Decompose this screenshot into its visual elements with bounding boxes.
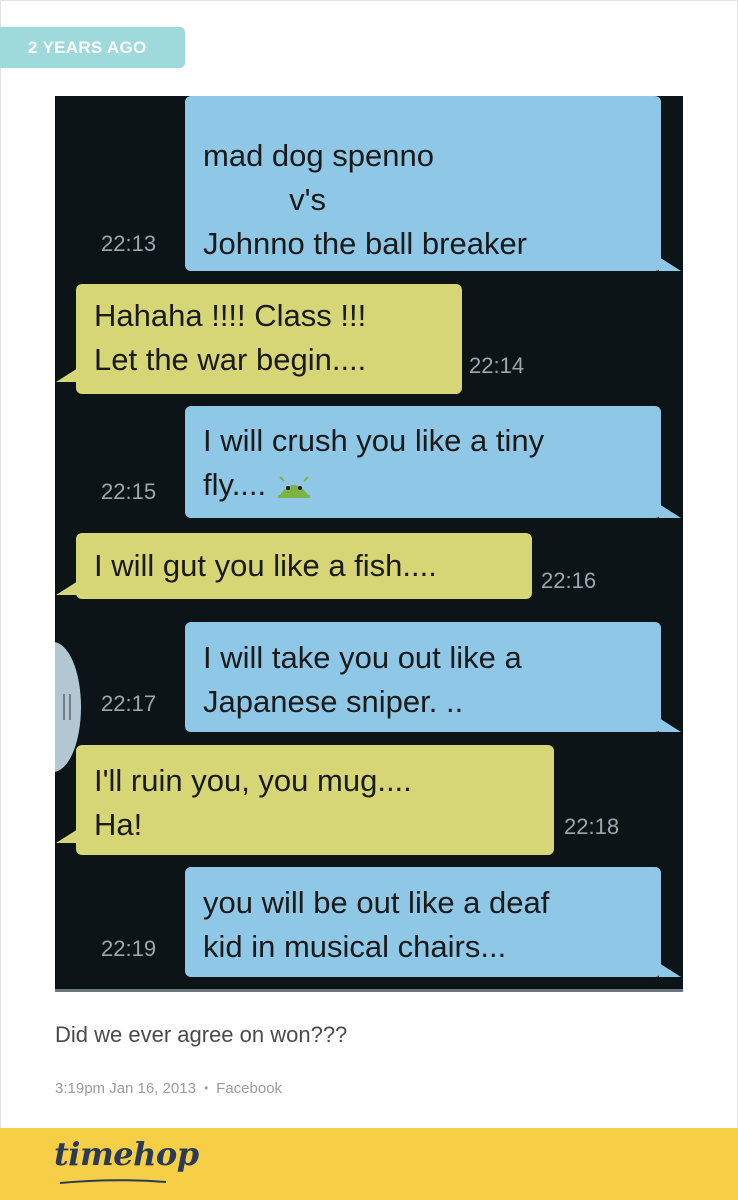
android-emoji-icon: [278, 476, 311, 498]
message-line: v's: [203, 182, 327, 217]
chat-screenshot[interactable]: mad dog spenno v's Johnno the ball break…: [55, 96, 683, 992]
bubble-tail: [659, 504, 681, 518]
chat-bubble-outgoing: you will be out like a deaf kid in music…: [185, 867, 681, 977]
chat-bubble-incoming: I will gut you like a fish....: [56, 533, 532, 599]
message-time: 22:18: [564, 814, 620, 839]
bubble-tail: [56, 368, 78, 382]
message-line: I will gut you like a fish....: [94, 548, 437, 583]
post-source-link[interactable]: Facebook: [216, 1080, 282, 1097]
message-line: fly....: [203, 463, 643, 507]
message-line: Let the war begin....: [94, 342, 367, 377]
years-ago-badge: 2 YEARS AGO: [0, 27, 185, 68]
message-line: you will be out like a deaf: [203, 885, 550, 920]
message-line: Japanese sniper. ..: [203, 684, 464, 719]
message-time: 22:15: [101, 479, 157, 504]
message-line: I will take you out like a: [203, 640, 522, 675]
message-line: Johnno the ball breaker: [203, 226, 528, 261]
message-time: 22:16: [541, 568, 597, 593]
message-time: 22:17: [101, 691, 157, 716]
chat-bubble-incoming: Hahaha !!!! Class !!! Let the war begin.…: [56, 284, 462, 394]
grip-icon: [63, 694, 71, 720]
bubble-tail: [659, 963, 681, 977]
bubble-tail: [659, 257, 681, 271]
chat-bubble-incoming: I'll ruin you, you mug.... Ha!: [56, 745, 554, 855]
message-time: 22:14: [469, 353, 525, 378]
bubble-tail: [56, 581, 78, 595]
bubble-tail: [56, 829, 78, 843]
message-time: 22:19: [101, 936, 157, 961]
post-caption: Did we ever agree on won???: [55, 1022, 348, 1047]
chat-bubble-outgoing: I will crush you like a tiny fly....: [185, 406, 681, 518]
message-line: mad dog spenno: [203, 138, 434, 173]
chat-bubble-outgoing: I will take you out like a Japanese snip…: [185, 622, 681, 732]
message-line: kid in musical chairs...: [203, 929, 507, 964]
bubble-tail: [659, 718, 681, 732]
meta-separator: •: [203, 1081, 209, 1095]
post-meta: 3:19pm Jan 16, 2013 • Facebook: [55, 1080, 282, 1097]
message-line: Hahaha !!!! Class !!!: [94, 298, 367, 333]
message-line: I'll ruin you, you mug....: [94, 763, 412, 798]
message-line: Ha!: [94, 807, 143, 842]
message-time: 22:13: [101, 231, 157, 256]
chat-bubble-outgoing: mad dog spenno v's Johnno the ball break…: [185, 96, 681, 271]
timehop-logo[interactable]: timehop: [54, 1135, 199, 1173]
post-timestamp: 3:19pm Jan 16, 2013: [55, 1080, 196, 1097]
logo-swoosh-icon: [59, 1179, 167, 1184]
message-line: I will crush you like a tiny: [203, 423, 545, 458]
